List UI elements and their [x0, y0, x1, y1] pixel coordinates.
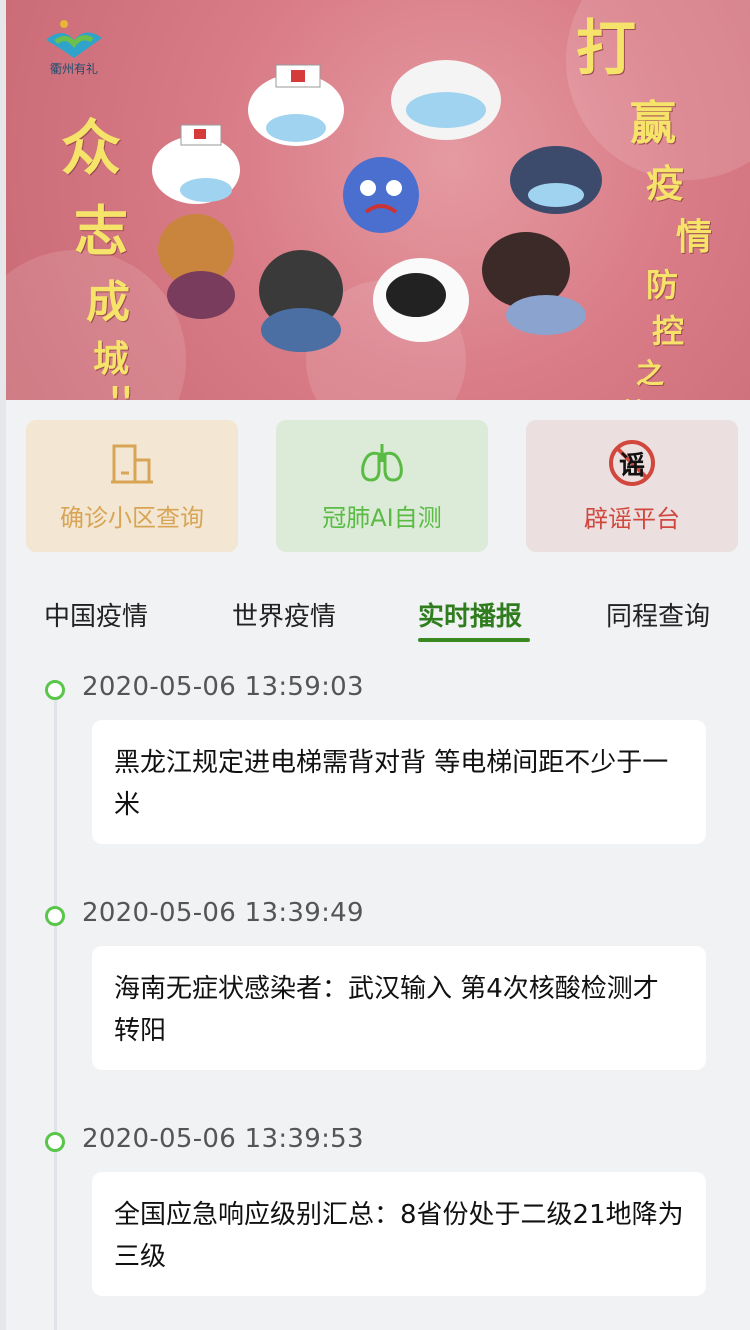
timeline-time: 2020-05-06 13:39:53 [82, 1124, 364, 1154]
slogan-char: 疫 [646, 162, 685, 206]
logo-text: 衢州有礼 [49, 62, 98, 76]
quick-action-ai-self-test[interactable]: 冠肺AI自测 [276, 420, 488, 552]
slogan-char: 之 [636, 357, 665, 390]
slogan-right: 打 赢 疫 情 防 控 之 战 !! [566, 0, 746, 400]
quick-action-label: 辟谣平台 [584, 504, 680, 533]
timeline-dot-icon [45, 1132, 65, 1152]
slogan-char: 打 [576, 14, 636, 84]
quick-action-label: 确诊小区查询 [60, 503, 204, 532]
virus-figure [343, 157, 419, 233]
no-rumor-icon: 谣 [608, 439, 656, 487]
slogan-char: 防 [646, 266, 679, 304]
tab-bar: 中国疫情 世界疫情 实时播报 同程查询 [0, 596, 750, 640]
news-card[interactable]: 黑龙江规定进电梯需背对背 等电梯间距不少于一米 [92, 720, 706, 844]
slogan-char: 城 [92, 339, 129, 380]
banner-image[interactable]: 衢州有礼 众 志 成 城 !! 打 赢 疫 情 防 控 之 [6, 0, 750, 400]
nurse-figure [152, 124, 240, 204]
timeline-time: 2020-05-06 13:39:49 [82, 898, 364, 928]
protective-suit-figure [373, 258, 469, 342]
quick-action-rumor-platform[interactable]: 谣 辟谣平台 [526, 420, 738, 552]
slogan-char: !! [109, 382, 133, 400]
tab-china-epidemic[interactable]: 中国疫情 [44, 596, 148, 633]
logo-mark-icon [46, 20, 102, 58]
timeline-dot-icon [45, 906, 65, 926]
slogan-char: 战 [620, 392, 746, 400]
no-rumor-icon-text: 谣 [618, 450, 645, 481]
slogan-char: 成 [86, 277, 130, 328]
timeline-dot-icon [45, 680, 65, 700]
news-card[interactable]: 全国应急响应级别汇总：8省份处于二级21地降为三级 [92, 1172, 706, 1296]
quick-actions: 确诊小区查询 冠肺AI自测 谣 辟谣平台 [26, 420, 738, 552]
deer-mascot-figure [158, 214, 235, 319]
quick-action-label: 冠肺AI自测 [322, 503, 442, 532]
tab-trip-query[interactable]: 同程查询 [606, 596, 710, 633]
timeline-time: 2020-05-06 13:59:03 [82, 672, 364, 702]
worker-figure [259, 250, 343, 352]
nurse-figure [248, 64, 344, 146]
tab-live-broadcast[interactable]: 实时播报 [418, 596, 522, 633]
slogan-char: 情 [676, 217, 713, 258]
active-tab-indicator [418, 638, 530, 642]
news-card[interactable]: 海南无症状感染者：武汉输入 第4次核酸检测才转阳 [92, 946, 706, 1070]
tab-world-epidemic[interactable]: 世界疫情 [232, 596, 336, 633]
slogan-char: 控 [652, 312, 685, 350]
slogan-char: 众 [61, 114, 121, 184]
slogan-char: 志 [74, 200, 128, 263]
slogan-left: 众 志 成 城 !! [46, 100, 136, 400]
building-icon [111, 444, 153, 483]
lungs-icon [361, 443, 403, 482]
quick-action-confirmed-community[interactable]: 确诊小区查询 [26, 420, 238, 552]
timeline-line [54, 700, 57, 1330]
slogan-char: 赢 [630, 96, 676, 150]
logo: 衢州有礼 [42, 18, 106, 88]
doctor-figure [391, 60, 501, 140]
